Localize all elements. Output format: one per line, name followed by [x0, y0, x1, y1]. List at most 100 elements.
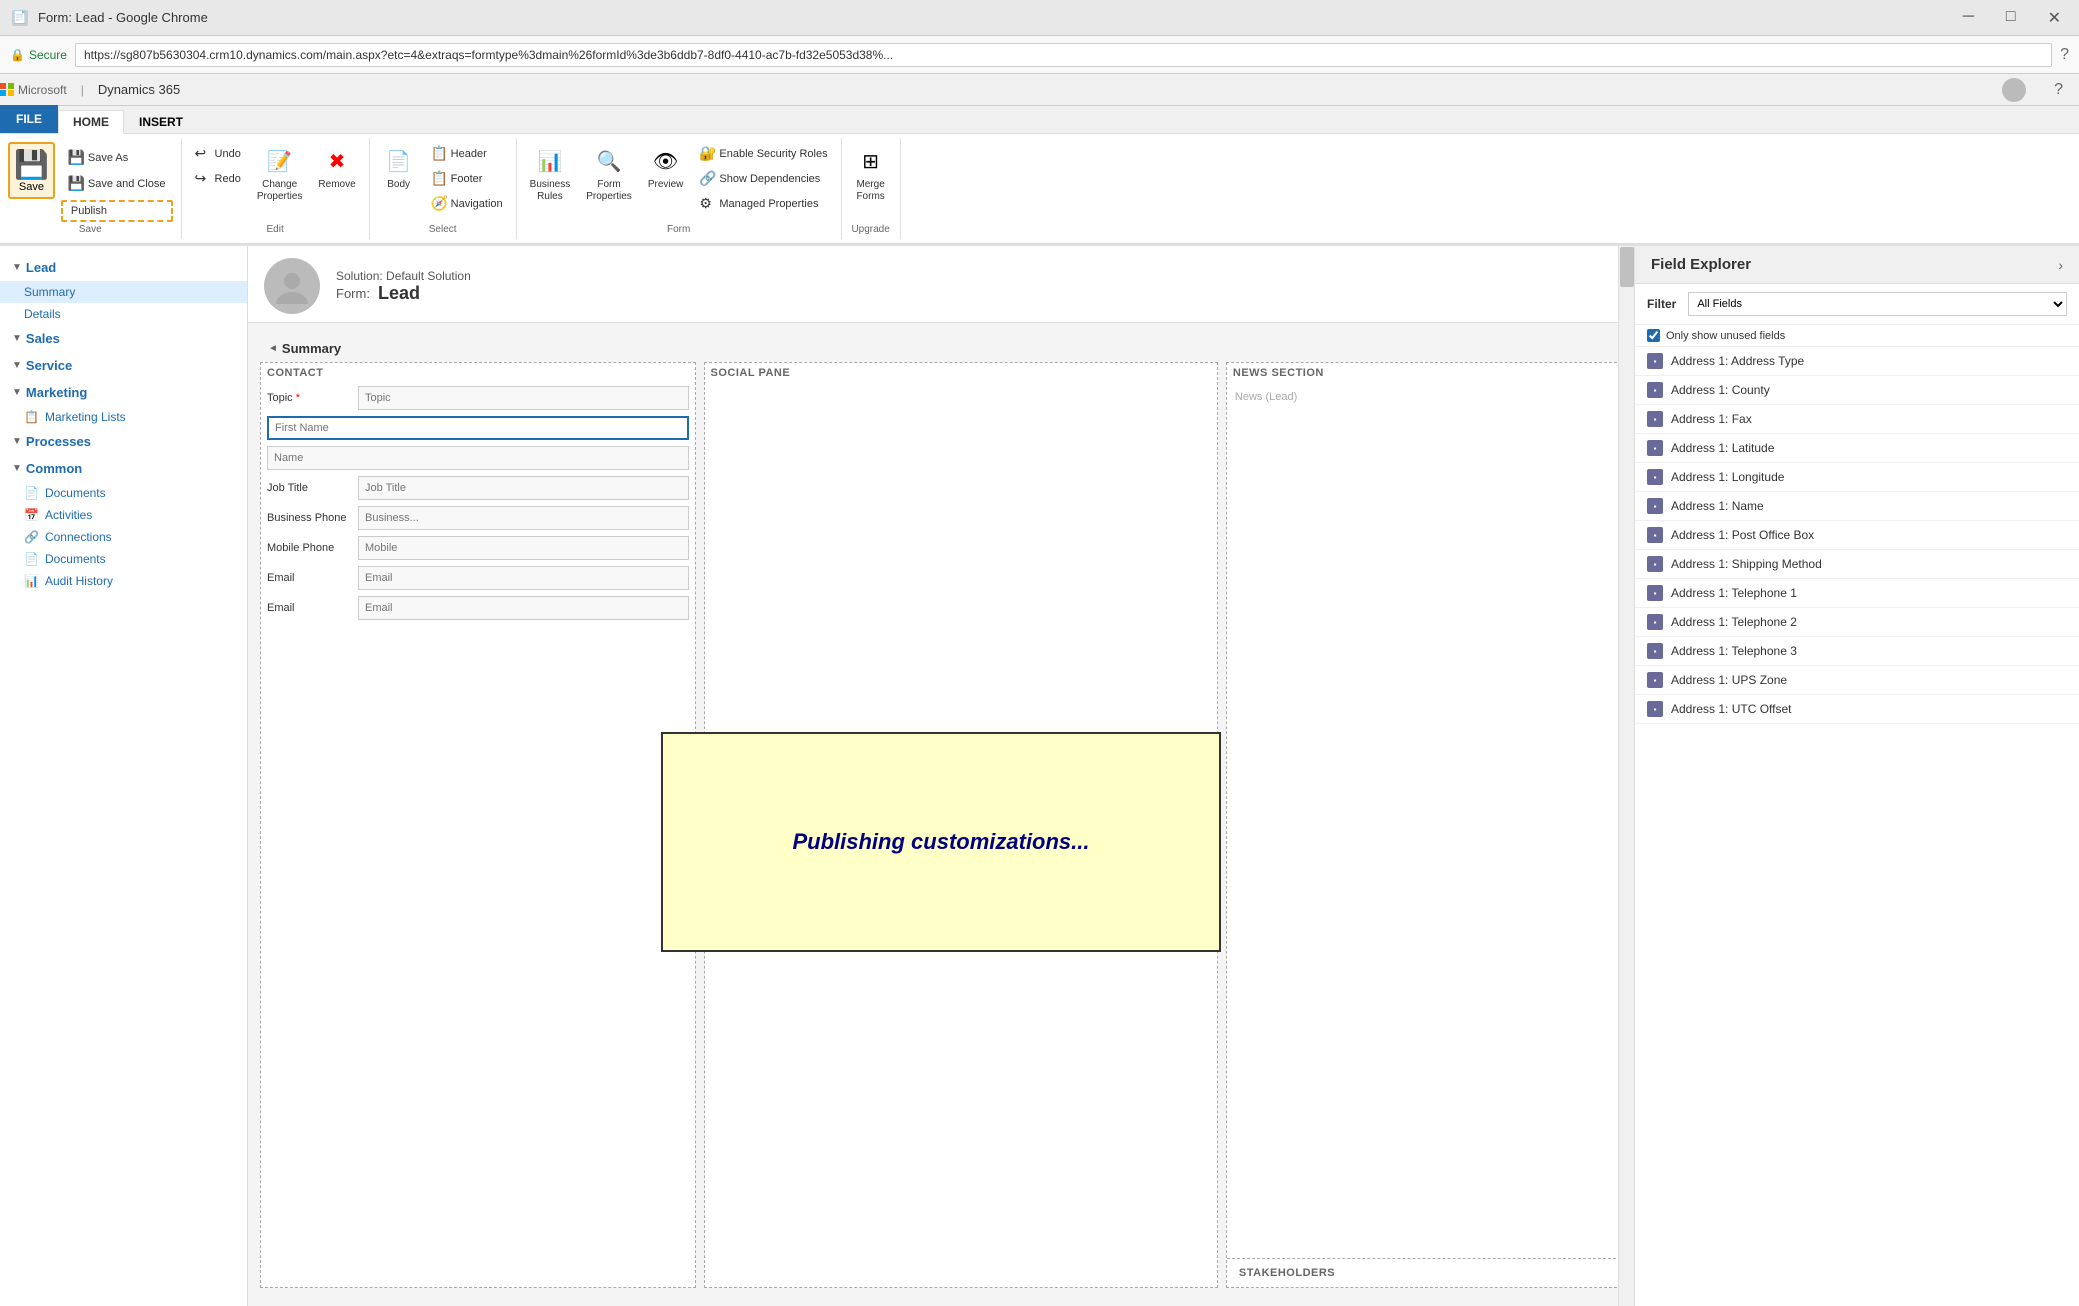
body-icon: 📄 — [383, 145, 415, 177]
unused-fields-row: Only show unused fields — [1635, 325, 2079, 347]
stakeholders-label: STAKEHOLDERS — [1233, 1263, 1615, 1283]
field-name: Address 1: Latitude — [1671, 441, 1774, 455]
redo-button[interactable]: ↪ Redo — [188, 167, 248, 190]
preview-button[interactable]: 👁 Preview — [641, 142, 691, 194]
list-item[interactable]: ▪ Address 1: Telephone 1 — [1635, 579, 2079, 608]
navigation-label: Navigation — [451, 198, 503, 210]
mobilephone-input[interactable] — [358, 536, 689, 560]
save-and-close-button[interactable]: 💾 Save and Close — [61, 172, 173, 195]
save-as-icon: 💾 — [68, 149, 84, 166]
filter-label: Filter — [1647, 297, 1676, 311]
nav-item-activities[interactable]: 📅 Activities — [0, 504, 247, 526]
list-item[interactable]: ▪ Address 1: Latitude — [1635, 434, 2079, 463]
help-button[interactable]: ? — [2054, 81, 2063, 99]
nav-section-marketing[interactable]: ▼ Marketing — [0, 379, 247, 406]
nav-section-sales[interactable]: ▼ Sales — [0, 325, 247, 352]
undo-button[interactable]: ↩ Undo — [188, 142, 248, 165]
navigation-button[interactable]: 🧭 Navigation — [424, 192, 510, 215]
list-item[interactable]: ▪ Address 1: Post Office Box — [1635, 521, 2079, 550]
nav-section-lead[interactable]: ▼ Lead — [0, 254, 247, 281]
unused-fields-checkbox[interactable] — [1647, 329, 1660, 342]
tab-insert[interactable]: INSERT — [124, 110, 198, 134]
undo-redo-group: ↩ Undo ↪ Redo — [188, 142, 248, 190]
nav-item-connections[interactable]: 🔗 Connections — [0, 526, 247, 548]
list-item[interactable]: ▪ Address 1: UTC Offset — [1635, 695, 2079, 724]
email2-input[interactable] — [358, 596, 689, 620]
nav-item-marketing-lists[interactable]: 📋 Marketing Lists — [0, 406, 247, 428]
nav-item-documents2[interactable]: 📄 Documents — [0, 548, 247, 570]
save-as-button[interactable]: 💾 Save As — [61, 146, 173, 169]
expand-icon[interactable]: › — [2058, 257, 2063, 273]
list-item[interactable]: ▪ Address 1: Address Type — [1635, 347, 2079, 376]
field-item-icon: ▪ — [1647, 556, 1663, 572]
business-rules-button[interactable]: 📊 BusinessRules — [523, 142, 578, 206]
nav-section-common[interactable]: ▼ Common — [0, 455, 247, 482]
nav-item-audit-history[interactable]: 📊 Audit History — [0, 570, 247, 592]
form-content: Solution: Default Solution Form: Lead ◄ … — [248, 246, 1634, 1306]
security-icon: 🔐 — [699, 145, 715, 162]
documents2-label: Documents — [45, 552, 106, 566]
tab-file[interactable]: FILE — [0, 105, 58, 133]
ms-label: Microsoft — [18, 83, 67, 97]
save-as-label: Save As — [88, 152, 128, 164]
list-item[interactable]: ▪ Address 1: Telephone 3 — [1635, 637, 2079, 666]
managed-properties-button[interactable]: ⚙ Managed Properties — [692, 192, 834, 215]
nav-item-details[interactable]: Details — [0, 303, 247, 325]
bizphone-input[interactable] — [358, 506, 689, 530]
form-properties-button[interactable]: 🔍 FormProperties — [579, 142, 639, 206]
nav-section-service[interactable]: ▼ Service — [0, 352, 247, 379]
list-item[interactable]: ▪ Address 1: County — [1635, 376, 2079, 405]
tab-home[interactable]: HOME — [58, 110, 124, 134]
show-dependencies-button[interactable]: 🔗 Show Dependencies — [692, 167, 834, 190]
list-item[interactable]: ▪ Address 1: Telephone 2 — [1635, 608, 2079, 637]
enable-security-button[interactable]: 🔐 Enable Security Roles — [692, 142, 834, 165]
topic-input[interactable] — [358, 386, 689, 410]
nav-item-summary[interactable]: Summary — [0, 281, 247, 303]
form-scrollbar[interactable] — [1618, 323, 1634, 1303]
user-avatar[interactable] — [2002, 78, 2026, 102]
email1-label: Email — [267, 572, 352, 584]
ribbon-group-form: 📊 BusinessRules 🔍 FormProperties 👁 Previ… — [517, 138, 842, 239]
body-button[interactable]: 📄 Body — [376, 142, 422, 194]
field-item-icon: ▪ — [1647, 643, 1663, 659]
firstname-input[interactable] — [267, 416, 689, 440]
email1-input[interactable] — [358, 566, 689, 590]
preview-icon: 👁 — [650, 145, 682, 177]
jobtitle-label: Job Title — [267, 482, 352, 494]
contact-pane-label: CONTACT — [261, 363, 695, 383]
publish-button[interactable]: Publish — [61, 200, 173, 222]
list-item[interactable]: ▪ Address 1: Longitude — [1635, 463, 2079, 492]
firstname-field-row — [261, 413, 695, 443]
save-button[interactable]: 💾 Save — [8, 142, 55, 199]
field-name: Address 1: UPS Zone — [1671, 673, 1787, 687]
list-item[interactable]: ▪ Address 1: Shipping Method — [1635, 550, 2079, 579]
list-item[interactable]: ▪ Address 1: Fax — [1635, 405, 2079, 434]
change-properties-button[interactable]: 📝 ChangeProperties — [250, 142, 310, 206]
remove-button[interactable]: ✖ Remove — [311, 142, 362, 194]
save-icon: 💾 — [14, 148, 49, 181]
jobtitle-input[interactable] — [358, 476, 689, 500]
help-icon[interactable]: ? — [2060, 46, 2069, 64]
browser-controls: ─ □ ✕ — [1957, 6, 2067, 30]
ribbon-content: 💾 Save 💾 Save As 💾 Save and Close Publis… — [0, 134, 2079, 244]
close-button[interactable]: ✕ — [2042, 6, 2067, 30]
mobilephone-field-row: Mobile Phone — [261, 533, 695, 563]
connections-label: Connections — [45, 530, 112, 544]
audit-icon: 📊 — [24, 574, 39, 588]
maximize-button[interactable]: □ — [2000, 6, 2022, 30]
lead-arrow-icon: ▼ — [12, 262, 22, 273]
news-pane: News Section News (Lead) STAKEHOLDERS — [1226, 362, 1622, 1288]
minimize-button[interactable]: ─ — [1957, 6, 1980, 30]
list-item[interactable]: ▪ Address 1: UPS Zone — [1635, 666, 2079, 695]
nav-item-documents[interactable]: 📄 Documents — [0, 482, 247, 504]
name-input[interactable] — [267, 446, 689, 470]
address-input[interactable] — [75, 43, 2052, 67]
footer-button[interactable]: 📋 Footer — [424, 167, 510, 190]
undo-label: Undo — [215, 148, 241, 160]
merge-forms-button[interactable]: ⊞ MergeForms — [848, 142, 894, 206]
filter-select[interactable]: All Fields — [1688, 292, 2067, 316]
list-item[interactable]: ▪ Address 1: Name — [1635, 492, 2079, 521]
nav-section-processes[interactable]: ▼ Processes — [0, 428, 247, 455]
field-name: Address 1: Telephone 2 — [1671, 615, 1797, 629]
header-button[interactable]: 📋 Header — [424, 142, 510, 165]
